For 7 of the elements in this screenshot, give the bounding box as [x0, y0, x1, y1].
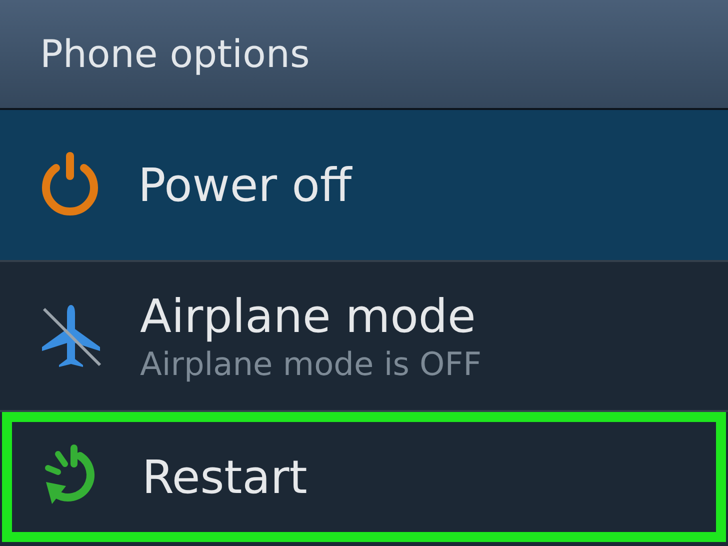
item-title: Power off	[138, 157, 352, 213]
menu-item[interactable]: Power off	[0, 110, 728, 262]
item-title: Restart	[142, 449, 308, 505]
item-title: Airplane mode	[140, 288, 477, 344]
menu-item[interactable]: Restart	[2, 412, 726, 542]
header-title: Phone options	[40, 30, 310, 78]
item-subtitle: Airplane mode is OFF	[140, 344, 482, 384]
